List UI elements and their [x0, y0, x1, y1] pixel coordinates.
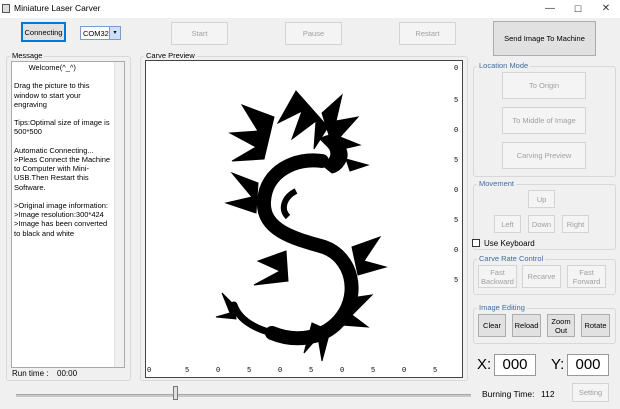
ruler-tick: 5 [454, 157, 459, 165]
clear-button[interactable]: Clear [478, 314, 506, 337]
recarve-button[interactable]: Recarve [522, 265, 561, 288]
up-button[interactable]: Up [528, 190, 555, 208]
use-keyboard-checkbox[interactable] [472, 239, 480, 247]
port-select-value: COM32 [83, 29, 109, 38]
ruler-tick: 0 [278, 367, 283, 375]
to-middle-button[interactable]: To Middle of Image [502, 107, 586, 134]
chevron-down-icon[interactable]: ▾ [109, 27, 120, 39]
window-title: Miniature Laser Carver [14, 3, 101, 13]
restart-button[interactable]: Restart [399, 22, 456, 45]
ruler-tick: 5 [433, 367, 438, 375]
zoom-out-button[interactable]: Zoom Out [547, 314, 575, 337]
ruler-tick: 0 [454, 187, 459, 195]
image-editing-label: Image Editing [477, 303, 527, 312]
ruler-tick: 5 [454, 277, 459, 285]
pause-button[interactable]: Pause [285, 22, 342, 45]
movement-label: Movement [477, 179, 517, 188]
carve-canvas[interactable]: 0 5 0 5 0 5 0 5 0 5 0 5 0 5 0 5 0 5 [145, 60, 463, 378]
message-label: Message [10, 51, 45, 60]
send-image-button[interactable]: Send Image To Machine [493, 21, 596, 56]
reload-button[interactable]: Reload [512, 314, 541, 337]
ruler-tick: 0 [147, 367, 152, 375]
ruler-tick: 5 [309, 367, 314, 375]
down-button[interactable]: Down [528, 215, 555, 233]
burning-time-slider-track[interactable] [16, 394, 471, 397]
burning-time-value: 112 [541, 389, 555, 399]
ruler-tick: 5 [454, 217, 459, 225]
carve-preview-label: Carve Preview [144, 51, 197, 60]
dragon-image [215, 90, 388, 362]
fast-backward-button[interactable]: Fast Backward [478, 265, 517, 288]
y-coord-field[interactable]: 000 [567, 354, 609, 376]
y-coord-label: Y: [551, 356, 565, 373]
rotate-button[interactable]: Rotate [581, 314, 610, 337]
left-button[interactable]: Left [494, 215, 521, 233]
port-select[interactable]: COM32 ▾ [80, 26, 121, 40]
burning-time-slider-thumb[interactable] [173, 386, 179, 400]
start-button[interactable]: Start [171, 22, 228, 45]
ruler-tick: 5 [371, 367, 376, 375]
fast-forward-button[interactable]: Fast Forward [567, 265, 606, 288]
message-scrollbar[interactable] [114, 62, 124, 367]
close-button[interactable]: ✕ [596, 2, 616, 16]
ruler-tick: 0 [454, 65, 459, 73]
x-coord-label: X: [477, 356, 492, 373]
x-coord-field[interactable]: 000 [494, 354, 536, 376]
ruler-tick: 0 [340, 367, 345, 375]
connecting-button[interactable]: Connecting [21, 22, 66, 42]
message-text: Welcome(^_^) Drag the picture to this wi… [14, 63, 111, 238]
ruler-tick: 0 [402, 367, 407, 375]
carving-preview-button[interactable]: Carving Preview [502, 142, 586, 169]
maximize-button[interactable]: ☐ [568, 2, 588, 16]
carve-rate-label: Carve Rate Control [477, 254, 546, 263]
ruler-tick: 0 [216, 367, 221, 375]
ruler-tick: 5 [185, 367, 190, 375]
to-origin-button[interactable]: To Origin [502, 72, 586, 99]
burning-time-label: Burning Time: [482, 389, 535, 399]
right-button[interactable]: Right [562, 215, 589, 233]
message-box[interactable]: Welcome(^_^) Drag the picture to this wi… [11, 61, 125, 368]
setting-button[interactable]: Setting [572, 383, 609, 402]
run-time-value: 00:00 [57, 369, 78, 378]
ruler-tick: 0 [454, 247, 459, 255]
run-time-label: Run time : [12, 369, 49, 378]
minimize-button[interactable]: — [540, 2, 560, 16]
ruler-tick: 5 [247, 367, 252, 375]
location-mode-label: Location Mode [477, 61, 531, 70]
use-keyboard-label: Use Keyboard [484, 239, 535, 248]
ruler-tick: 5 [454, 97, 459, 105]
app-icon [2, 4, 10, 13]
ruler-tick: 0 [454, 127, 459, 135]
